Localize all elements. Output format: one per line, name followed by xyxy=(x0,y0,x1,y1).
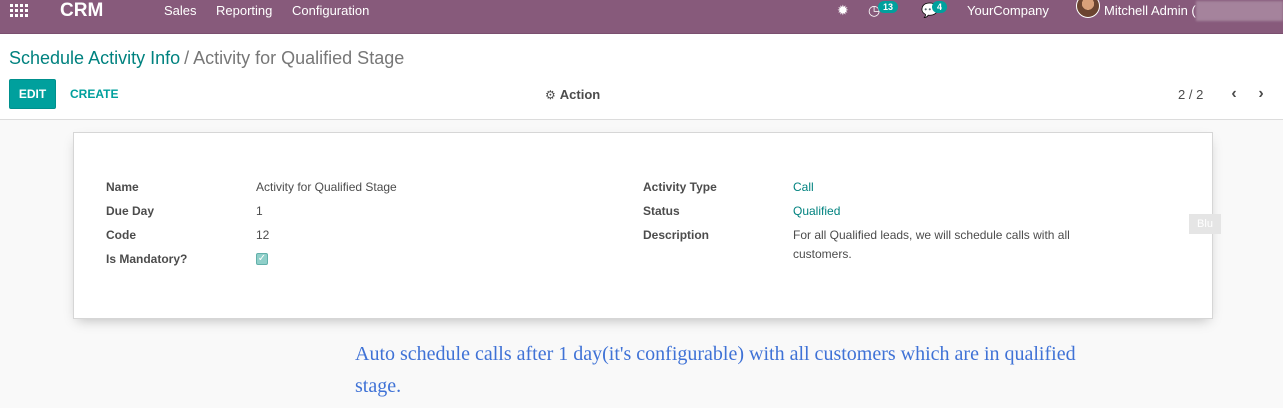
chevron-right-icon[interactable]: › xyxy=(1253,84,1269,104)
description-label: Description xyxy=(643,228,710,242)
control-panel: Schedule Activity Info / Activity for Qual… xyxy=(0,34,1283,120)
menu-configuration[interactable]: Configuration xyxy=(292,3,369,19)
activity-type-value[interactable]: Call xyxy=(793,179,814,195)
due-day-label: Due Day xyxy=(106,204,155,218)
breadcrumb-parent[interactable]: Schedule Activity Info xyxy=(9,48,180,68)
activity-count-badge: 13 xyxy=(878,1,899,13)
message-count-badge: 4 xyxy=(932,1,948,13)
apps-icon[interactable] xyxy=(10,4,28,18)
breadcrumb-current: Activity for Qualified Stage xyxy=(193,48,405,68)
app-name[interactable]: CRM xyxy=(60,0,103,22)
redacted-area xyxy=(1196,1,1283,21)
caption-text: Auto schedule calls after 1 day(it's con… xyxy=(355,343,1076,397)
menu-reporting[interactable]: Reporting xyxy=(216,3,272,19)
code-label: Code xyxy=(106,228,136,242)
create-button[interactable]: CREATE xyxy=(62,79,126,109)
breadcrumb-separator: / xyxy=(184,48,190,68)
status-value[interactable]: Qualified xyxy=(793,203,840,219)
breadcrumb: Schedule Activity Info / Activity for Qual… xyxy=(9,48,404,68)
chevron-left-icon[interactable]: ‹ xyxy=(1226,84,1242,104)
bug-icon[interactable]: ✹ xyxy=(837,2,849,18)
top-navbar: CRM Sales Reporting Configuration ✹ ◷ 13… xyxy=(0,0,1283,34)
pager-value[interactable]: 2 / 2 xyxy=(1178,87,1203,102)
mandatory-checkbox[interactable]: ✓ xyxy=(256,253,268,265)
description-value: For all Qualified leads, we will schedul… xyxy=(793,228,1070,261)
due-day-value: 1 xyxy=(256,204,263,218)
menu-sales[interactable]: Sales xyxy=(164,3,197,19)
status-label: Status xyxy=(643,204,680,218)
action-label: Action xyxy=(559,87,601,102)
action-menu[interactable]: ⚙ Action xyxy=(545,87,600,102)
edit-button[interactable]: EDIT xyxy=(9,79,56,109)
name-value: Activity for Qualified Stage xyxy=(256,180,397,194)
user-menu[interactable]: Mitchell Admin ( xyxy=(1104,3,1196,19)
name-label: Name xyxy=(106,180,139,194)
activity-type-label: Activity Type xyxy=(643,180,717,194)
avatar[interactable] xyxy=(1076,0,1100,18)
form-sheet: Name Activity for Qualified Stage Due Da… xyxy=(73,132,1213,319)
side-tag: Blu xyxy=(1189,214,1221,234)
company-switcher[interactable]: YourCompany xyxy=(967,3,1049,19)
code-value: 12 xyxy=(256,228,270,242)
mandatory-label: Is Mandatory? xyxy=(106,252,188,266)
gear-icon: ⚙ xyxy=(545,87,556,102)
